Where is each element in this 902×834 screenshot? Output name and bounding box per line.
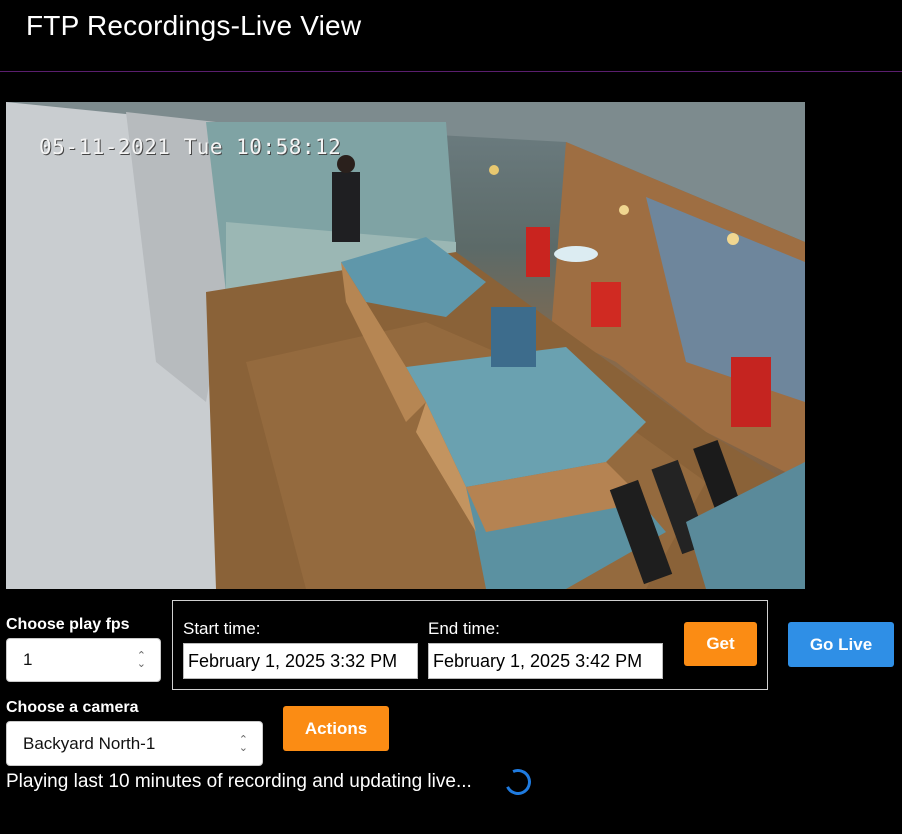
video-timestamp: 05-11-2021 Tue 10:58:12 [39,135,342,159]
camera-select-value: Backyard North-1 [23,733,156,753]
go-live-button[interactable]: Go Live [788,622,894,667]
actions-button[interactable]: Actions [283,706,389,751]
status-text: Playing last 10 minutes of recording and… [6,771,472,792]
get-button[interactable]: Get [684,622,757,666]
app-header: FTP Recordings-Live View [0,0,902,72]
camera-video-feed[interactable]: 05-11-2021 Tue 10:58:12 [6,102,805,589]
time-range-panel: Start time: February 1, 2025 3:32 PM End… [172,600,768,690]
start-time-input[interactable]: February 1, 2025 3:32 PM [183,643,418,679]
fps-select-value: 1 [23,650,33,669]
select-arrows-icon: ⌃ ⌄ [238,733,248,754]
start-time-label: Start time: [183,619,261,638]
camera-scene [6,102,805,589]
fps-select[interactable]: 1 ⌃ ⌄ [6,638,161,682]
loading-spinner-icon [501,765,535,799]
end-time-input[interactable]: February 1, 2025 3:42 PM [428,643,663,679]
end-time-label: End time: [428,619,500,638]
select-arrows-icon: ⌃ ⌄ [136,650,146,670]
fps-label: Choose play fps [6,616,130,633]
camera-select[interactable]: Backyard North-1 ⌃ ⌄ [6,721,263,766]
page-title: FTP Recordings-Live View [26,10,362,41]
camera-label: Choose a camera [6,699,139,716]
